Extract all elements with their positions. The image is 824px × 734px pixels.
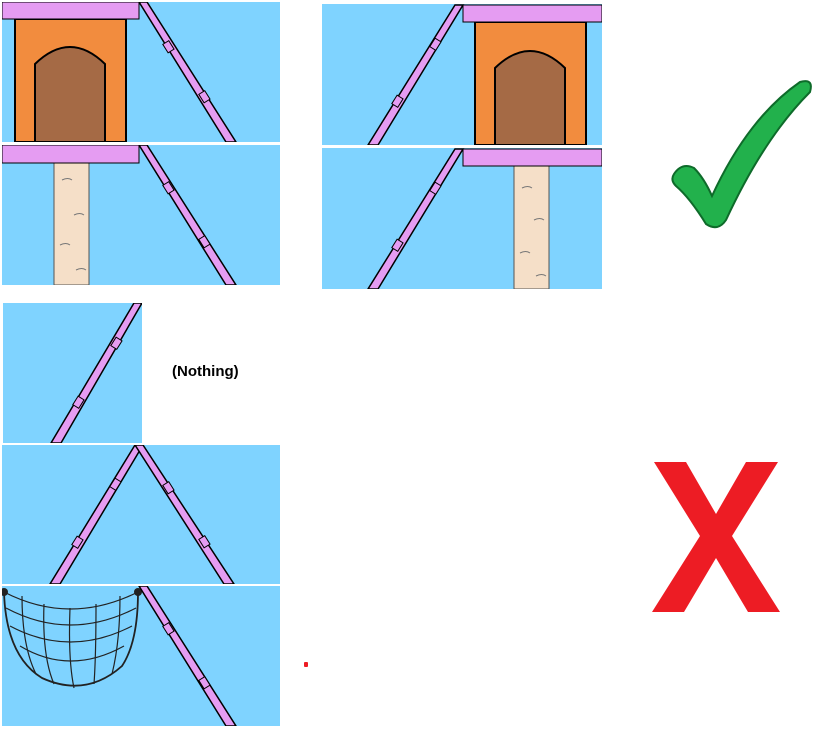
ramp — [50, 303, 142, 443]
platform — [2, 2, 140, 20]
tile-net-ramp-right — [2, 586, 280, 726]
tile-ramp-trunk — [322, 148, 602, 289]
ramp — [138, 145, 237, 285]
tile-ramp-house — [322, 4, 602, 145]
tile-house-ramp-right-art — [2, 2, 237, 142]
trunk — [53, 162, 90, 285]
house-door — [34, 46, 106, 142]
trunk — [513, 165, 550, 289]
tile-ramp-left-only-art — [50, 303, 142, 443]
nothing-label: (Nothing) — [172, 363, 239, 380]
net-anchor — [2, 588, 8, 596]
ramp — [367, 4, 465, 145]
ramp-right — [134, 445, 235, 584]
platform — [462, 4, 602, 23]
tile-ramp-peak-art — [49, 445, 235, 584]
tile-trunk-ramp-right — [2, 145, 280, 285]
tile-trunk-ramp-right-art — [2, 145, 237, 285]
house-door — [494, 50, 566, 145]
tile-ramp-trunk-art — [367, 148, 602, 289]
tile-ramp-house-art — [367, 4, 602, 145]
cross-icon — [650, 462, 782, 612]
ramp-left — [49, 445, 144, 584]
stray-mark — [304, 662, 308, 667]
tile-house-ramp-right — [2, 2, 280, 142]
ramp — [138, 2, 237, 142]
platform — [2, 145, 140, 164]
ramp — [367, 148, 465, 289]
check-icon — [668, 78, 816, 230]
tile-ramp-left-only — [3, 303, 142, 443]
tile-ramp-peak — [2, 445, 280, 584]
tile-net-ramp-right-art — [2, 586, 237, 726]
net — [3, 591, 139, 689]
ramp — [138, 586, 237, 726]
platform — [462, 148, 602, 167]
